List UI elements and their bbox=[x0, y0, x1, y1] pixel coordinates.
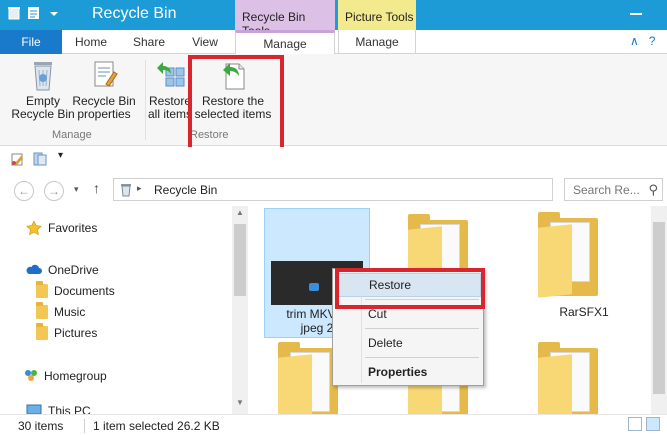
tab-file[interactable]: File bbox=[0, 30, 62, 54]
selection-info: 1 item selected 26.2 KB bbox=[84, 419, 220, 433]
folder-item-rarsfx1[interactable] bbox=[538, 212, 598, 298]
restore-selected-items-button[interactable]: Restore the selected items bbox=[194, 58, 272, 121]
nav-item-favorites[interactable]: Favorites bbox=[26, 218, 97, 238]
quick-icons bbox=[6, 6, 62, 20]
recycle-bin-properties-button[interactable]: Recycle Bin properties bbox=[72, 58, 136, 121]
help-icon[interactable]: ? bbox=[649, 34, 656, 48]
nav-item-music[interactable]: Music bbox=[36, 302, 85, 322]
title-bar: Recycle Bin Recycle Bin Tools Picture To… bbox=[0, 0, 667, 38]
customize-icon[interactable] bbox=[46, 6, 62, 20]
cloud-icon bbox=[26, 263, 42, 277]
group-label-manage: Manage bbox=[52, 129, 92, 141]
menu-separator bbox=[365, 357, 479, 358]
address-bar[interactable]: ▸ Recycle Bin ▾ ↻ bbox=[113, 178, 659, 201]
empty-recycle-bin-button[interactable]: Empty Recycle Bin bbox=[10, 58, 76, 121]
context-menu: Restore Cut Delete Properties bbox=[332, 268, 484, 386]
picture-tools-label: Picture Tools bbox=[338, 0, 416, 30]
recycle-bin-tools-label: Recycle Bin Tools bbox=[235, 0, 335, 38]
nav-item-pictures[interactable]: Pictures bbox=[36, 323, 97, 343]
address-row: ← → ▾ ↑ ▸ Recycle Bin ▾ ↻ ⚲ bbox=[0, 172, 667, 206]
restore-all-icon bbox=[154, 58, 186, 92]
folder-item[interactable] bbox=[538, 342, 598, 414]
details-view-icon[interactable] bbox=[628, 417, 642, 431]
nav-scrollbar[interactable]: ▲ ▼ bbox=[232, 206, 248, 414]
nav-item-documents[interactable]: Documents bbox=[36, 281, 115, 301]
tab-share[interactable]: Share bbox=[120, 30, 178, 54]
undo-icon[interactable] bbox=[10, 151, 26, 170]
scroll-thumb[interactable] bbox=[234, 224, 246, 296]
up-arrow-icon[interactable]: ↑ bbox=[93, 180, 100, 196]
folder-item[interactable] bbox=[278, 342, 338, 414]
search-input[interactable] bbox=[565, 179, 643, 200]
folder-icon bbox=[36, 281, 48, 298]
folder-icon[interactable] bbox=[32, 151, 48, 170]
qat-dropdown-icon[interactable]: ▾ bbox=[58, 150, 63, 161]
status-bar: 30 items 1 item selected 26.2 KB bbox=[0, 414, 667, 435]
menu-separator bbox=[365, 328, 479, 329]
window-title: Recycle Bin bbox=[92, 5, 177, 22]
view-switcher bbox=[628, 417, 660, 431]
folder-icon bbox=[36, 323, 48, 340]
menu-item-delete[interactable]: Delete bbox=[335, 331, 481, 355]
collapse-ribbon-icon[interactable]: ∧ bbox=[630, 34, 639, 48]
recycle-bin-icon bbox=[6, 6, 22, 20]
item-count: 30 items bbox=[18, 419, 64, 433]
tab-manage-picture[interactable]: Manage bbox=[338, 30, 416, 54]
recycle-bin-icon bbox=[27, 58, 59, 92]
large-icons-view-icon[interactable] bbox=[646, 417, 660, 431]
quick-access-toolbar: ▾ bbox=[0, 147, 667, 171]
restore-all-items-button[interactable]: Restore all items bbox=[146, 58, 194, 121]
ribbon: Empty Recycle Bin Recycle Bin properties M… bbox=[0, 54, 667, 146]
scroll-down-arrow[interactable]: ▼ bbox=[232, 398, 248, 412]
scroll-thumb[interactable] bbox=[653, 222, 665, 394]
properties-icon[interactable] bbox=[26, 6, 42, 20]
menu-item-restore[interactable]: Restore bbox=[335, 273, 481, 297]
scroll-up-arrow[interactable]: ▲ bbox=[232, 208, 248, 222]
properties-icon bbox=[88, 58, 120, 92]
minimize-button[interactable] bbox=[622, 0, 652, 30]
tab-view[interactable]: View bbox=[178, 30, 232, 54]
homegroup-icon bbox=[22, 369, 38, 383]
forward-button[interactable]: → bbox=[44, 181, 64, 201]
star-icon bbox=[26, 220, 42, 236]
folder-icon bbox=[36, 302, 48, 319]
group-label-restore: Restore bbox=[190, 129, 229, 141]
back-button[interactable]: ← bbox=[14, 181, 34, 201]
search-box[interactable]: ⚲ bbox=[564, 178, 663, 201]
content-scrollbar[interactable] bbox=[651, 206, 667, 414]
restore-selected-icon bbox=[217, 58, 249, 92]
recycle-bin-icon bbox=[119, 182, 133, 200]
menu-separator bbox=[365, 299, 479, 300]
menu-item-properties[interactable]: Properties bbox=[335, 360, 481, 384]
ribbon-controls: ∧ ? bbox=[630, 34, 655, 48]
nav-item-onedrive[interactable]: OneDrive bbox=[26, 260, 99, 280]
menu-item-cut[interactable]: Cut bbox=[335, 302, 481, 326]
nav-item-homegroup[interactable]: Homegroup bbox=[22, 366, 107, 386]
tab-home[interactable]: Home bbox=[62, 30, 120, 54]
recent-dropdown-icon[interactable]: ▾ bbox=[74, 184, 79, 195]
tab-manage-recycle[interactable]: Manage bbox=[235, 30, 335, 55]
folder-label-rarsfx1: RarSFX1 bbox=[559, 305, 609, 319]
navigation-pane: Favorites OneDrive Documents Music Pictu… bbox=[0, 206, 248, 418]
chevron-right-icon[interactable]: ▸ bbox=[137, 183, 142, 194]
address-path[interactable]: Recycle Bin bbox=[154, 183, 217, 197]
search-icon[interactable]: ⚲ bbox=[648, 182, 658, 198]
